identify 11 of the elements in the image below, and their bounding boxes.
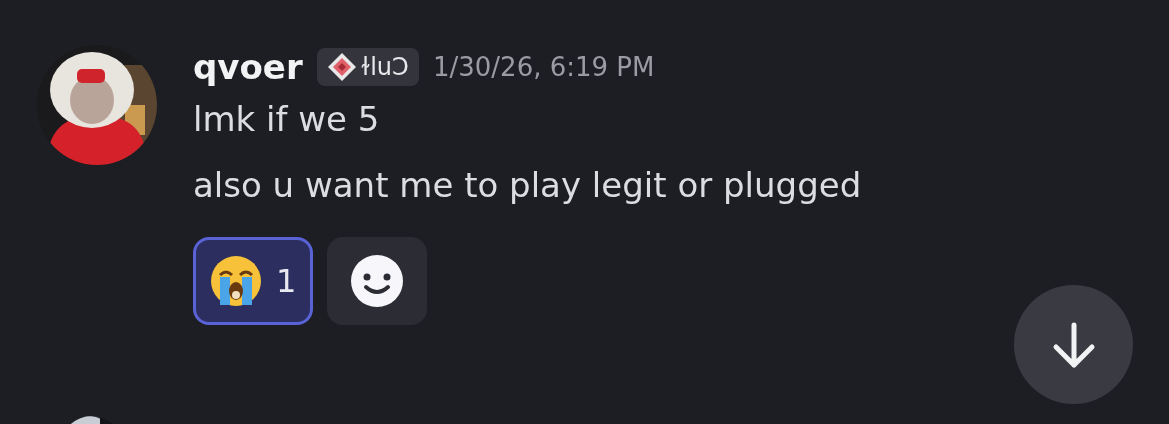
diamond-icon xyxy=(326,52,357,82)
timestamp: 1/30/26, 6:19 PM xyxy=(432,52,655,82)
smiley-icon xyxy=(351,255,404,307)
crying-face-icon xyxy=(210,255,262,307)
tag-label: ɫluϽ xyxy=(360,53,409,81)
reaction-button[interactable]: 1 xyxy=(193,237,314,325)
author-name[interactable]: qvoer xyxy=(193,47,303,87)
guild-tag[interactable]: ɫluϽ xyxy=(316,48,419,86)
message-text: also u want me to play legit or plugged xyxy=(193,164,862,207)
message-text: lmk if we 5 xyxy=(193,98,381,141)
add-reaction-button[interactable] xyxy=(327,237,428,325)
